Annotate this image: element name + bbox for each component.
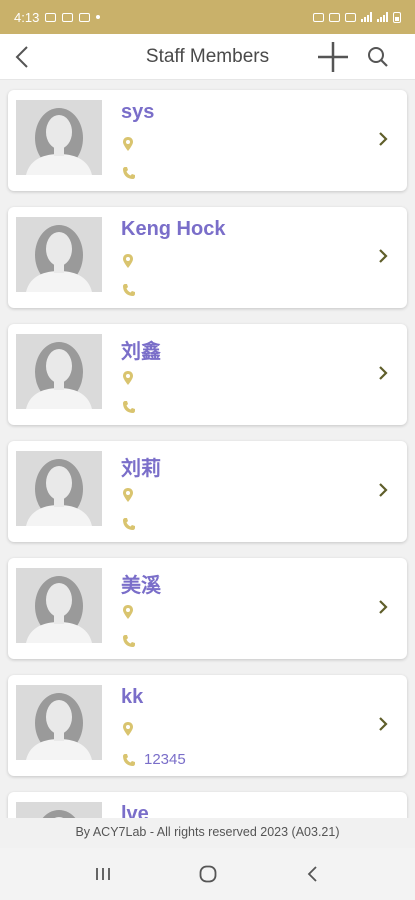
avatar bbox=[16, 568, 102, 643]
staff-location bbox=[122, 371, 142, 385]
avatar-placeholder-icon bbox=[16, 451, 102, 526]
wifi-icon bbox=[345, 12, 356, 22]
staff-phone bbox=[122, 283, 144, 297]
chevron-right-icon bbox=[379, 249, 388, 263]
avatar-placeholder-icon bbox=[16, 334, 102, 409]
phone-icon bbox=[123, 635, 135, 647]
status-right bbox=[313, 11, 401, 23]
avatar-placeholder-icon bbox=[16, 685, 102, 760]
staff-card[interactable]: Keng Hock bbox=[8, 207, 407, 308]
search-button[interactable] bbox=[364, 42, 392, 72]
avatar bbox=[16, 451, 102, 526]
chevron-right-icon bbox=[379, 600, 388, 614]
footer-copyright: By ACY7Lab - All rights reserved 2023 (A… bbox=[0, 818, 415, 848]
staff-card[interactable]: 美溪 bbox=[8, 558, 407, 659]
search-icon bbox=[368, 47, 388, 67]
recents-icon bbox=[95, 868, 110, 880]
status-time: 4:13 bbox=[14, 9, 40, 25]
avatar bbox=[16, 802, 102, 818]
chevron-right-icon bbox=[379, 366, 388, 380]
avatar-placeholder-icon bbox=[16, 217, 102, 292]
staff-name: 刘莉 bbox=[121, 458, 161, 480]
recents-button[interactable] bbox=[83, 859, 123, 889]
staff-location bbox=[122, 254, 142, 268]
play-icon bbox=[79, 12, 91, 22]
chevron-left-icon bbox=[15, 46, 28, 68]
staff-location bbox=[122, 137, 142, 151]
plus-icon bbox=[318, 42, 348, 72]
page-title: Staff Members bbox=[145, 46, 270, 67]
battery-icon bbox=[393, 11, 401, 23]
chevron-right-icon bbox=[379, 132, 388, 146]
location-pin-icon bbox=[123, 254, 133, 268]
staff-card[interactable]: 刘鑫 bbox=[8, 324, 407, 425]
phone-icon bbox=[123, 401, 135, 413]
chevron-right-icon bbox=[379, 483, 388, 497]
location-pin-icon bbox=[123, 722, 133, 736]
phone-icon bbox=[123, 518, 135, 530]
chevron-right-icon bbox=[379, 717, 388, 731]
location-pin-icon bbox=[123, 488, 133, 502]
notification-icon bbox=[45, 12, 57, 22]
gallery-icon bbox=[62, 12, 74, 22]
signal-icon-2 bbox=[377, 12, 388, 22]
more-notifications-icon bbox=[96, 15, 101, 19]
avatar bbox=[16, 100, 102, 175]
back-button[interactable] bbox=[10, 42, 38, 72]
staff-name: kk bbox=[121, 686, 144, 708]
phone-icon bbox=[123, 167, 135, 179]
staff-phone bbox=[122, 634, 144, 648]
staff-phone bbox=[122, 400, 144, 414]
location-pin-icon bbox=[123, 137, 133, 151]
staff-card[interactable]: sys bbox=[8, 90, 407, 191]
staff-name: 刘鑫 bbox=[121, 341, 161, 363]
system-nav-bar bbox=[0, 848, 415, 900]
avatar bbox=[16, 685, 102, 760]
staff-card[interactable]: lve bbox=[8, 792, 407, 818]
staff-phone: 12345 bbox=[122, 751, 186, 768]
staff-name: lve bbox=[121, 803, 149, 818]
staff-card[interactable]: kk 12345 bbox=[8, 675, 407, 776]
home-icon bbox=[199, 865, 216, 883]
app-header: Staff Members bbox=[0, 34, 415, 80]
staff-location bbox=[122, 722, 142, 736]
mute-icon bbox=[329, 12, 340, 22]
home-button[interactable] bbox=[188, 859, 228, 889]
avatar-placeholder-icon bbox=[16, 100, 102, 175]
staff-card[interactable]: 刘莉 bbox=[8, 441, 407, 542]
signal-icon bbox=[361, 12, 372, 22]
avatar bbox=[16, 217, 102, 292]
back-icon bbox=[307, 866, 317, 882]
staff-phone bbox=[122, 517, 144, 531]
phone-icon bbox=[123, 284, 135, 296]
staff-list[interactable]: sys Keng Hock 刘鑫 刘莉 美溪 kk 12345 lve bbox=[0, 80, 415, 818]
avatar-placeholder-icon bbox=[16, 568, 102, 643]
avatar-placeholder-icon bbox=[16, 802, 102, 818]
avatar bbox=[16, 334, 102, 409]
location-pin-icon bbox=[123, 371, 133, 385]
staff-location bbox=[122, 605, 142, 619]
phone-icon bbox=[123, 753, 135, 766]
staff-name: 美溪 bbox=[121, 575, 161, 597]
staff-phone bbox=[122, 166, 144, 180]
phone-text: 12345 bbox=[144, 751, 186, 768]
status-bar: 4:13 bbox=[0, 0, 415, 34]
alarm-icon bbox=[313, 12, 324, 22]
staff-location bbox=[122, 488, 142, 502]
system-back-button[interactable] bbox=[293, 859, 333, 889]
staff-name: sys bbox=[121, 101, 155, 123]
add-staff-button[interactable] bbox=[316, 40, 350, 74]
status-left: 4:13 bbox=[14, 9, 101, 25]
staff-name: Keng Hock bbox=[121, 218, 226, 240]
location-pin-icon bbox=[123, 605, 133, 619]
